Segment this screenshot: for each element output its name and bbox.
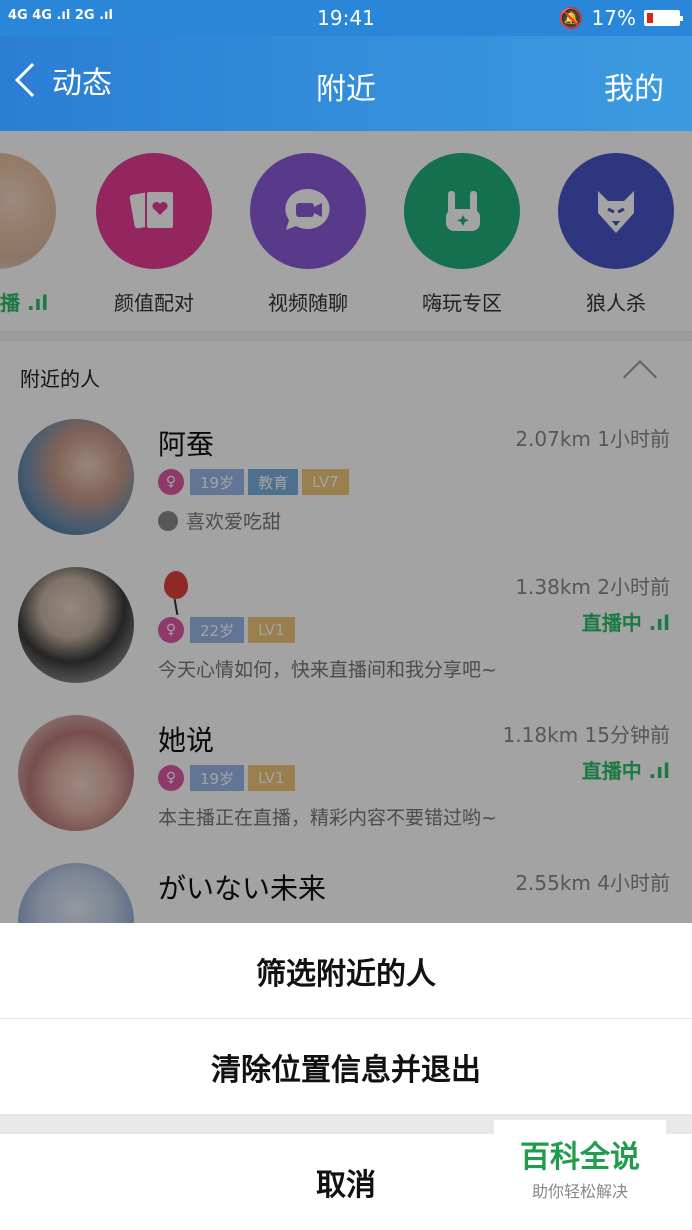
status-bar: 4G 4G .ıl 2G .ıl 19:41 🔕 17% xyxy=(0,0,692,36)
nav-bar: 动态 附近 我的 xyxy=(0,36,692,131)
battery-level: 17% xyxy=(591,6,636,30)
watermark-subtitle: 助你轻松解决 xyxy=(531,1182,628,1201)
page-title: 附近 xyxy=(316,72,376,107)
dim-overlay[interactable] xyxy=(0,131,692,923)
filter-nearby-button[interactable]: 筛选附近的人 xyxy=(0,923,692,1018)
watermark-logo: 百科全说 助你轻松解决 xyxy=(494,1120,666,1202)
bell-icon: 🔕 xyxy=(558,6,584,30)
battery-icon xyxy=(644,10,683,26)
status-right: 🔕 17% xyxy=(558,6,683,30)
nearby-content: 播 .ıl 颜值配对 视频随聊 嗨玩专区 狼人杀 附近的人 阿蚕 2.07km … xyxy=(0,131,692,923)
mine-button[interactable]: 我的 xyxy=(604,64,664,108)
clear-location-button[interactable]: 清除位置信息并退出 xyxy=(0,1019,692,1114)
watermark-title: 百科全说 xyxy=(520,1140,640,1175)
